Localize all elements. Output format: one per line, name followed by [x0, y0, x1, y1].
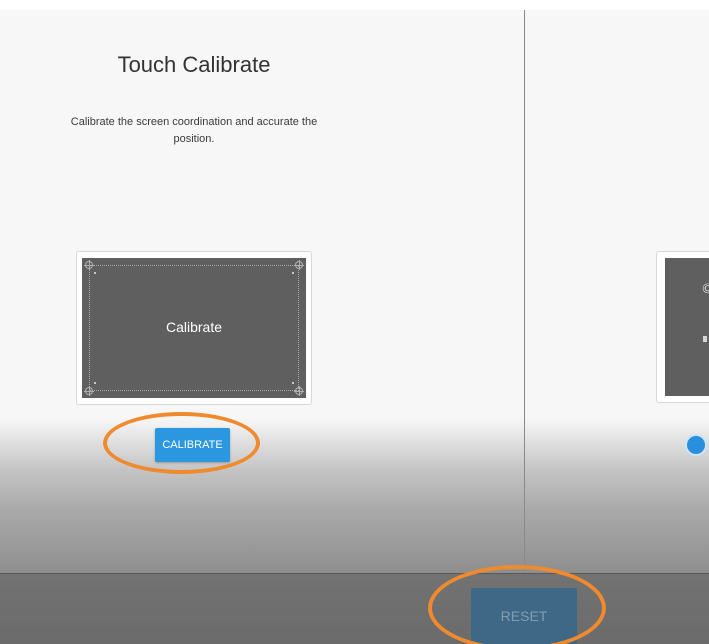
- page-title: Touch Calibrate: [117, 52, 271, 77]
- calibration-point: [292, 382, 294, 384]
- panel-description: Calibrate the screen coordination and ac…: [70, 116, 318, 145]
- touch-settings-screen: Touch Calibrate Calibrate the screen coo…: [0, 0, 709, 644]
- crosshair-icon: [294, 386, 304, 396]
- footer-divider: [0, 573, 709, 574]
- top-margin: [0, 0, 709, 10]
- panel-divider: [524, 10, 525, 574]
- crosshair-icon: [294, 260, 304, 270]
- crosshair-icon: [84, 260, 94, 270]
- next-panel-preview-card: ©: [656, 251, 709, 403]
- partial-mark: [703, 336, 707, 342]
- preview-label: Calibrate: [165, 319, 223, 335]
- partial-glyph: ©: [701, 282, 709, 297]
- calibrate-preview-card: Calibrate: [76, 251, 312, 405]
- calibration-point: [94, 272, 96, 274]
- calibrate-preview: Calibrate: [82, 258, 306, 398]
- crosshair-icon: [84, 386, 94, 396]
- calibrate-highlight-circle: [103, 412, 260, 474]
- calibration-point: [292, 272, 294, 274]
- next-panel-preview: ©: [665, 258, 709, 396]
- calibration-point: [94, 382, 96, 384]
- reset-highlight-circle: [428, 565, 606, 644]
- radio-selected-icon[interactable]: [685, 434, 707, 456]
